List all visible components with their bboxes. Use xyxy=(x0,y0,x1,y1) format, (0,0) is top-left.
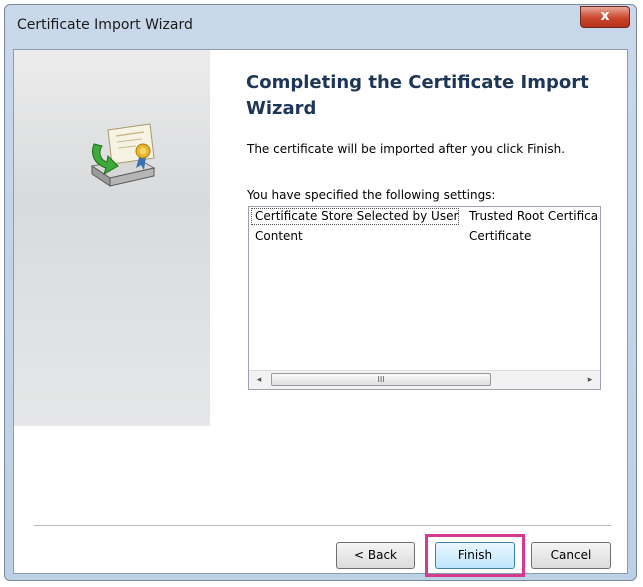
back-button[interactable]: < Back xyxy=(336,542,415,569)
scroll-left-icon[interactable]: ◂ xyxy=(251,373,267,387)
horizontal-scrollbar[interactable]: ◂ III ▸ xyxy=(249,370,600,389)
page-title: Completing the Certificate Import Wizard xyxy=(246,72,589,119)
close-icon: x xyxy=(600,8,610,24)
certificate-import-icon xyxy=(90,123,156,187)
close-button[interactable]: x xyxy=(580,6,630,28)
grip-icon: III xyxy=(377,375,385,384)
scroll-right-icon[interactable]: ▸ xyxy=(582,373,598,387)
wizard-content: Completing the Certificate Import Wizard… xyxy=(13,49,628,577)
title-bar: Certificate Import Wizard x xyxy=(5,5,636,49)
button-divider xyxy=(34,525,611,527)
setting-value: Certificate xyxy=(469,229,532,243)
setting-key: Certificate Store Selected by User xyxy=(255,209,459,223)
wizard-banner xyxy=(14,50,210,426)
scroll-thumb[interactable]: III xyxy=(271,373,491,386)
setting-key: Content xyxy=(255,229,303,243)
settings-row[interactable]: Certificate Store Selected by User Trust… xyxy=(249,207,600,227)
settings-label: You have specified the following setting… xyxy=(247,188,496,202)
setting-value: Trusted Root Certifica xyxy=(469,209,599,223)
finish-highlight-box xyxy=(425,534,525,577)
page-description: The certificate will be imported after y… xyxy=(247,142,566,156)
wizard-window: Certificate Import Wizard x Completing t… xyxy=(4,4,637,581)
settings-list[interactable]: Certificate Store Selected by User Trust… xyxy=(248,206,601,390)
settings-row[interactable]: Content Certificate xyxy=(249,227,600,247)
cancel-button[interactable]: Cancel xyxy=(531,542,611,569)
window-title: Certificate Import Wizard xyxy=(17,17,193,33)
